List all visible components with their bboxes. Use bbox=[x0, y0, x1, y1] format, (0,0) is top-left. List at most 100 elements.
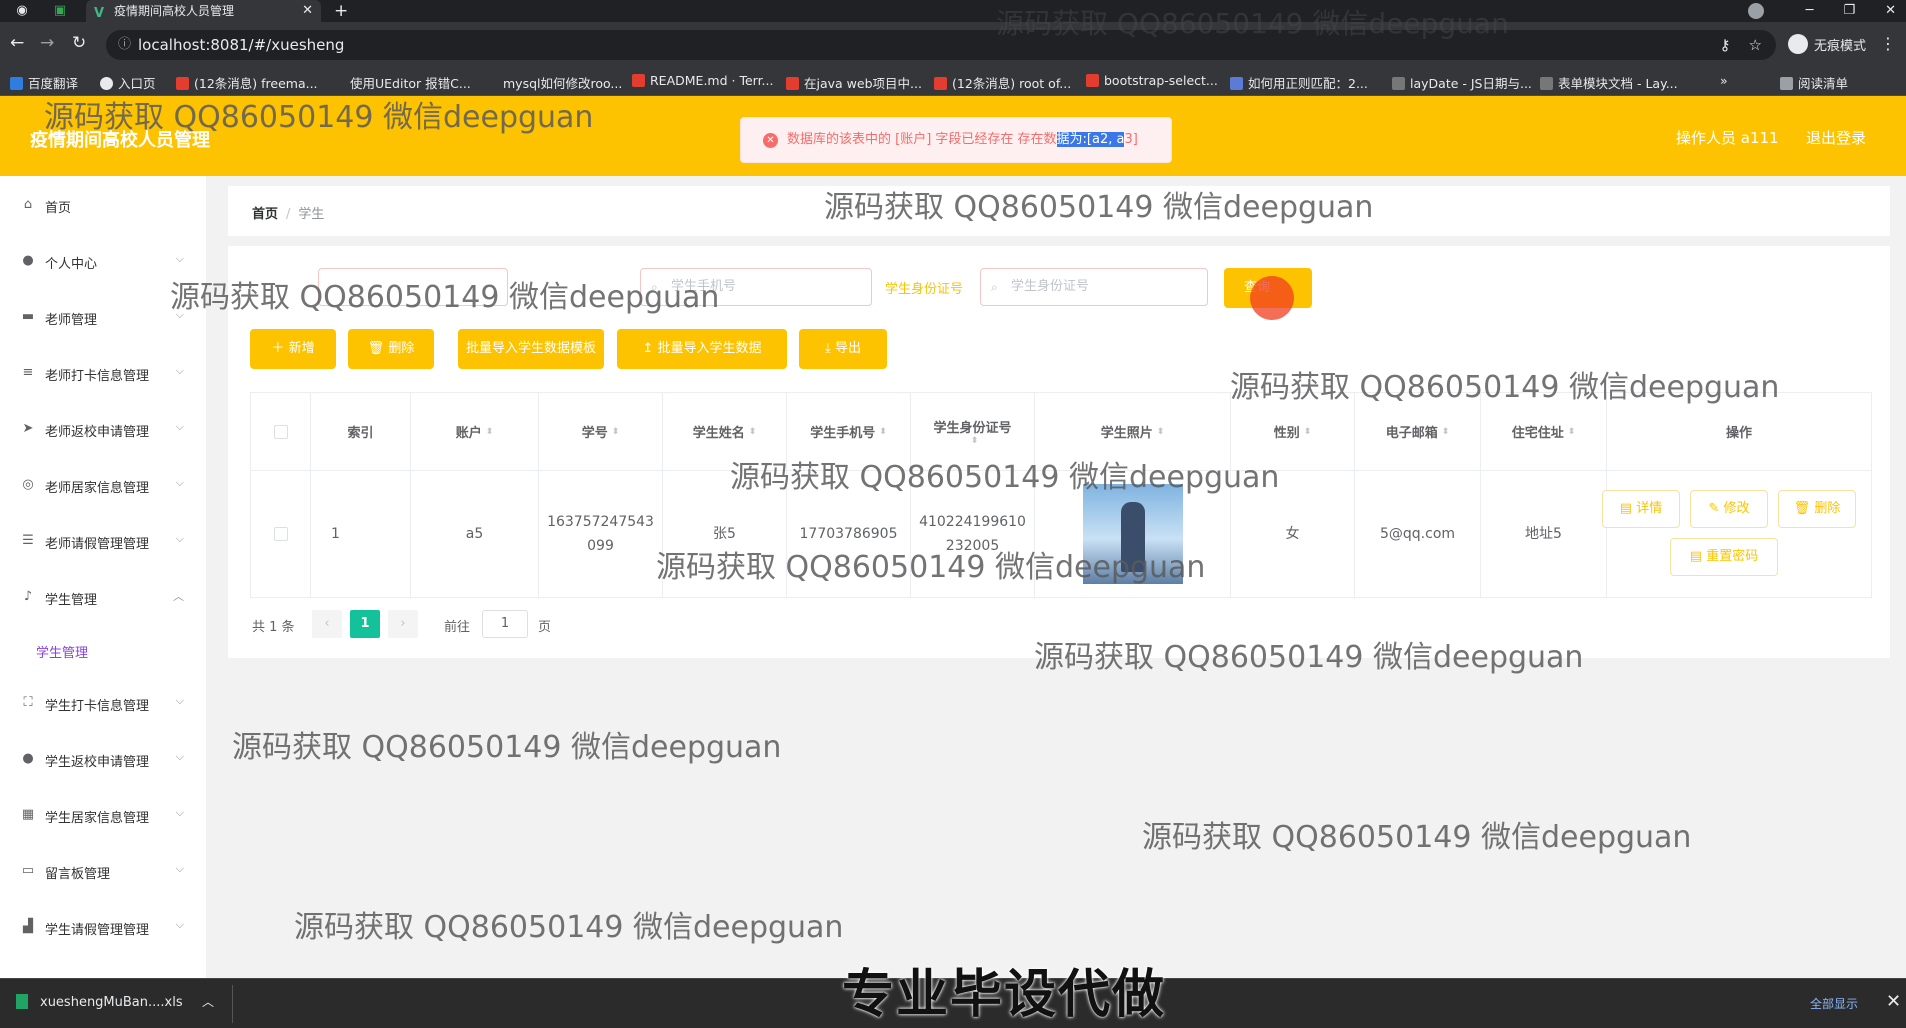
close-window-icon[interactable]: ✕ bbox=[1885, 0, 1896, 22]
chevron-down-icon: ⌵ bbox=[175, 862, 184, 875]
chevron-up-icon[interactable]: ︿ bbox=[202, 993, 214, 1010]
sort-icon[interactable]: ⬍ bbox=[879, 427, 887, 437]
breadcrumb-home[interactable]: 首页 bbox=[252, 207, 278, 222]
bookmark-item[interactable]: bootstrap-select... bbox=[1086, 73, 1218, 88]
incognito-badge[interactable]: 无痕模式 bbox=[1788, 34, 1866, 54]
reload-icon[interactable]: ↻ bbox=[72, 33, 86, 53]
key-icon[interactable]: ⚷ bbox=[1720, 30, 1731, 60]
sidebar-item-student-home[interactable]: ▦ 学生居家信息管理 ⌵ bbox=[0, 796, 206, 836]
incognito-label: 无痕模式 bbox=[1814, 38, 1867, 54]
sidebar-item-teacher-checkin[interactable]: ≡ 老师打卡信息管理 ⌵ bbox=[0, 354, 206, 394]
app-icon[interactable]: ▣ bbox=[50, 1, 70, 21]
logout-link[interactable]: 退出登录 bbox=[1806, 127, 1866, 148]
id-search-input[interactable]: ⌕ 学生身份证号 bbox=[980, 268, 1208, 306]
download-item[interactable]: xueshengMuBan....xls bbox=[16, 994, 183, 1010]
send-icon: ➤ bbox=[22, 421, 34, 436]
delete-button[interactable]: 🗑 删除 bbox=[348, 329, 434, 369]
close-tab-icon[interactable]: ✕ bbox=[302, 0, 313, 22]
import-data-button[interactable]: ↥ 批量导入学生数据 bbox=[617, 329, 787, 369]
minimize-icon[interactable]: ─ bbox=[1806, 0, 1814, 22]
back-icon[interactable]: ← bbox=[10, 33, 24, 53]
column-header[interactable]: 学生照片 ⬍ bbox=[1035, 393, 1231, 471]
sort-icon[interactable]: ⬍ bbox=[612, 427, 620, 437]
column-header[interactable]: 住宅住址 ⬍ bbox=[1481, 393, 1607, 471]
bookmark-item[interactable]: 使用UEditor 报错C... bbox=[350, 73, 471, 92]
list-icon: ☰ bbox=[22, 533, 34, 548]
bookmarks-overflow-icon[interactable]: » bbox=[1720, 73, 1728, 88]
show-all-downloads[interactable]: 全部显示 bbox=[1810, 995, 1858, 1012]
bookmark-item[interactable]: 在java web项目中... bbox=[786, 73, 922, 92]
incognito-icon bbox=[1788, 34, 1808, 54]
sidebar-item-students[interactable]: ♪ 学生管理 ︿ bbox=[0, 578, 206, 618]
export-button[interactable]: ⤓ 导出 bbox=[799, 329, 887, 369]
sidebar-item-teacher-return[interactable]: ➤ 老师返校申请管理 ⌵ bbox=[0, 410, 206, 450]
browser-tab[interactable]: V 疫情期间高校人员管理 ✕ bbox=[86, 0, 321, 22]
account-search-input[interactable] bbox=[318, 268, 508, 306]
sidebar-item-teacher-leave[interactable]: ☰ 老师请假管理管理 ⌵ bbox=[0, 522, 206, 562]
column-header[interactable]: 学生身份证号 ⬍ bbox=[911, 393, 1035, 471]
sort-icon[interactable]: ⬍ bbox=[1304, 427, 1312, 437]
sidebar-item-home[interactable]: ⌂ 首页 bbox=[0, 186, 206, 226]
tab-search-icon[interactable] bbox=[1748, 3, 1764, 19]
bookmark-item[interactable]: README.md · Terr... bbox=[632, 73, 773, 88]
sidebar-item-teacher-home[interactable]: ◎ 老师居家信息管理 ⌵ bbox=[0, 466, 206, 506]
next-page-button[interactable]: › bbox=[388, 610, 418, 638]
prev-page-button[interactable]: ‹ bbox=[312, 610, 342, 638]
column-header[interactable]: 学生姓名 ⬍ bbox=[663, 393, 787, 471]
new-tab-button[interactable]: + bbox=[334, 0, 348, 22]
sidebar-item-student-leave[interactable]: ▟ 学生请假管理管理 ⌵ bbox=[0, 908, 206, 948]
import-template-button[interactable]: 批量导入学生数据模板 bbox=[458, 329, 604, 369]
pagination: 共 1 条 ‹ 1 › 前往 1 页 bbox=[250, 610, 650, 640]
more-menu-icon[interactable]: ⋮ bbox=[1880, 34, 1896, 53]
sort-icon[interactable]: ⬍ bbox=[1157, 427, 1165, 437]
column-header[interactable]: 学号 ⬍ bbox=[539, 393, 663, 471]
bookmark-item[interactable]: (12条消息) freema... bbox=[176, 73, 318, 92]
forward-icon[interactable]: → bbox=[40, 33, 54, 53]
select-all-cell bbox=[251, 393, 311, 471]
sort-icon[interactable]: ⬍ bbox=[1442, 427, 1450, 437]
column-header: 操作 bbox=[1607, 393, 1871, 471]
bookmark-item[interactable]: 表单模块文档 - Lay... bbox=[1540, 73, 1678, 92]
column-header[interactable]: 账户 ⬍ bbox=[411, 393, 539, 471]
goto-page-input[interactable]: 1 bbox=[482, 610, 528, 638]
sidebar-item-teachers[interactable]: ▬ 老师管理 ⌵ bbox=[0, 298, 206, 338]
reading-list[interactable]: 阅读清单 bbox=[1780, 73, 1848, 92]
sidebar-item-messages[interactable]: ▭ 留言板管理 ⌵ bbox=[0, 852, 206, 892]
restore-icon[interactable]: ❐ bbox=[1843, 0, 1855, 22]
bookmark-item[interactable]: 百度翻译 bbox=[10, 73, 78, 92]
column-header[interactable]: 学生手机号 ⬍ bbox=[787, 393, 911, 471]
id-placeholder: 学生身份证号 bbox=[1011, 279, 1090, 294]
bookmark-item[interactable]: 如何用正则匹配：2... bbox=[1230, 73, 1368, 92]
detail-button[interactable]: ▤ 详情 bbox=[1602, 490, 1680, 528]
bookmark-item[interactable]: 入口页 bbox=[100, 73, 156, 92]
url-field[interactable]: ⓘ localhost:8081/#/xuesheng ⚷ ☆ bbox=[106, 30, 1776, 60]
row-checkbox[interactable] bbox=[273, 527, 288, 541]
error-icon: ✕ bbox=[763, 133, 778, 148]
edit-button[interactable]: ✎ 修改 bbox=[1690, 490, 1768, 528]
sort-icon[interactable]: ⬍ bbox=[749, 427, 757, 437]
close-icon[interactable]: ✕ bbox=[1886, 991, 1901, 1012]
select-all-checkbox[interactable] bbox=[273, 424, 288, 439]
sort-icon[interactable]: ⬍ bbox=[971, 436, 979, 446]
search-icon: ⌕ bbox=[651, 280, 658, 294]
sort-icon[interactable]: ⬍ bbox=[486, 427, 494, 437]
info-icon[interactable]: ⓘ bbox=[118, 30, 131, 60]
sidebar-subitem-students[interactable]: 学生管理 bbox=[0, 631, 206, 671]
sidebar-item-student-return[interactable]: ● 学生返校申请管理 ⌵ bbox=[0, 740, 206, 780]
add-button[interactable]: ＋ 新增 bbox=[250, 329, 336, 369]
row-select-cell bbox=[251, 471, 311, 597]
sort-icon[interactable]: ⬍ bbox=[1568, 427, 1576, 437]
browser-menu-icon[interactable]: ◉ bbox=[12, 1, 32, 21]
reset-password-button[interactable]: ▤ 重置密码 bbox=[1670, 538, 1778, 576]
column-header[interactable]: 电子邮箱 ⬍ bbox=[1355, 393, 1481, 471]
bookmark-item[interactable]: (12条消息) root of... bbox=[934, 73, 1071, 92]
column-header[interactable]: 性别 ⬍ bbox=[1231, 393, 1355, 471]
bookmark-item[interactable]: layDate - JS日期与... bbox=[1392, 73, 1532, 92]
row-delete-button[interactable]: 🗑 删除 bbox=[1778, 490, 1856, 528]
sidebar-item-personal[interactable]: ● 个人中心 ⌵ bbox=[0, 242, 206, 282]
sidebar-item-student-checkin[interactable]: ⛶ 学生打卡信息管理 ⌵ bbox=[0, 684, 206, 724]
page-button-current[interactable]: 1 bbox=[350, 610, 380, 638]
phone-search-input[interactable]: ⌕ 学生手机号 bbox=[640, 268, 872, 306]
bookmark-item[interactable]: mysql如何修改roo... bbox=[503, 73, 622, 92]
star-icon[interactable]: ☆ bbox=[1749, 30, 1762, 60]
